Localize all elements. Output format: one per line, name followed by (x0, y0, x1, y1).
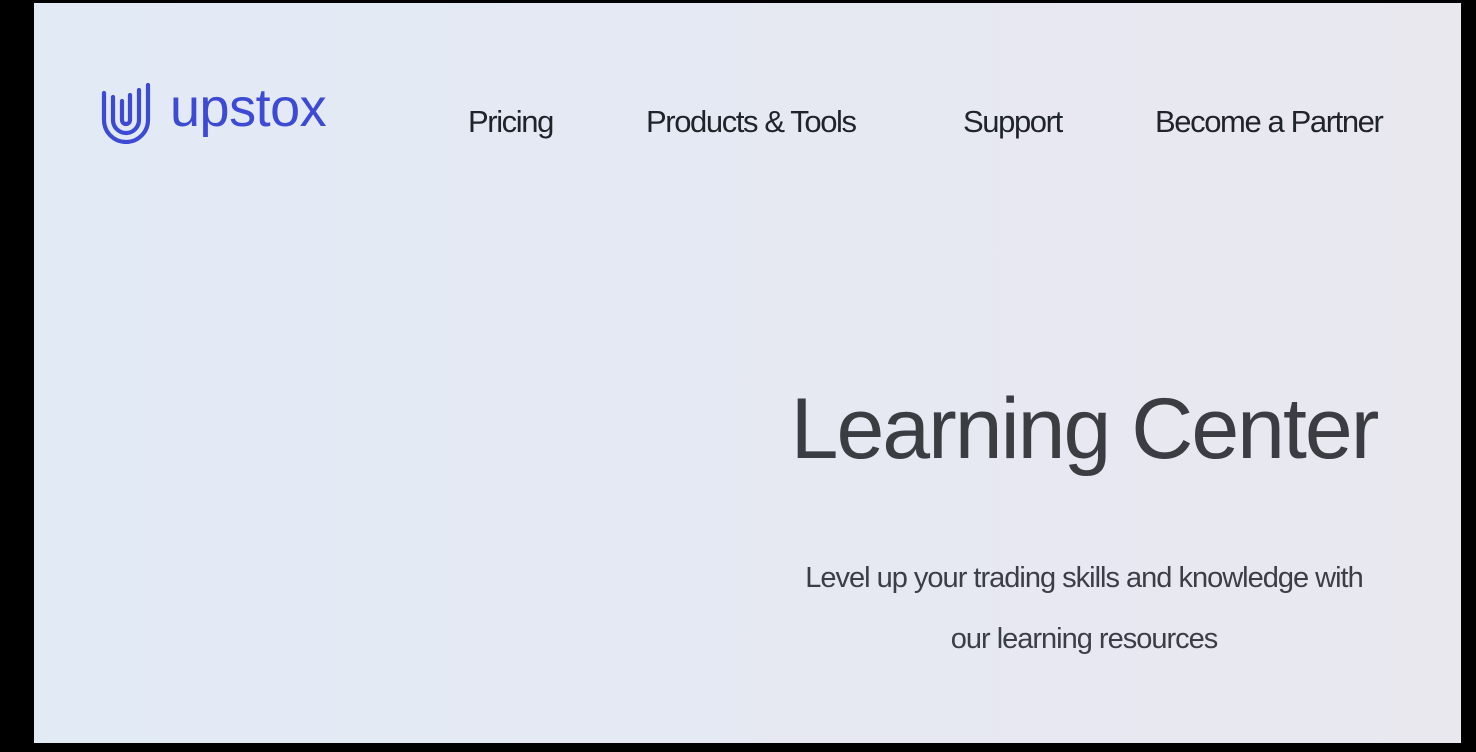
nav-products-tools[interactable]: Products & Tools (646, 104, 857, 140)
logo-wordmark: upstox (170, 78, 327, 138)
page-frame: upstox Pricing Products & Tools Support … (0, 0, 1476, 752)
nav-support[interactable]: Support (963, 104, 1063, 140)
hero-subtitle: Level up your trading skills and knowled… (694, 548, 1461, 670)
upstox-logo[interactable]: upstox (99, 78, 327, 144)
nav-become-partner[interactable]: Become a Partner (1155, 104, 1384, 140)
upstox-logo-icon (101, 82, 151, 144)
page-title: Learning Center (790, 381, 1380, 477)
hero-subtitle-line-2: our learning resources (950, 623, 1219, 655)
hero-subtitle-line-1: Level up your trading skills and knowled… (805, 562, 1364, 594)
nav-pricing[interactable]: Pricing (468, 104, 554, 140)
